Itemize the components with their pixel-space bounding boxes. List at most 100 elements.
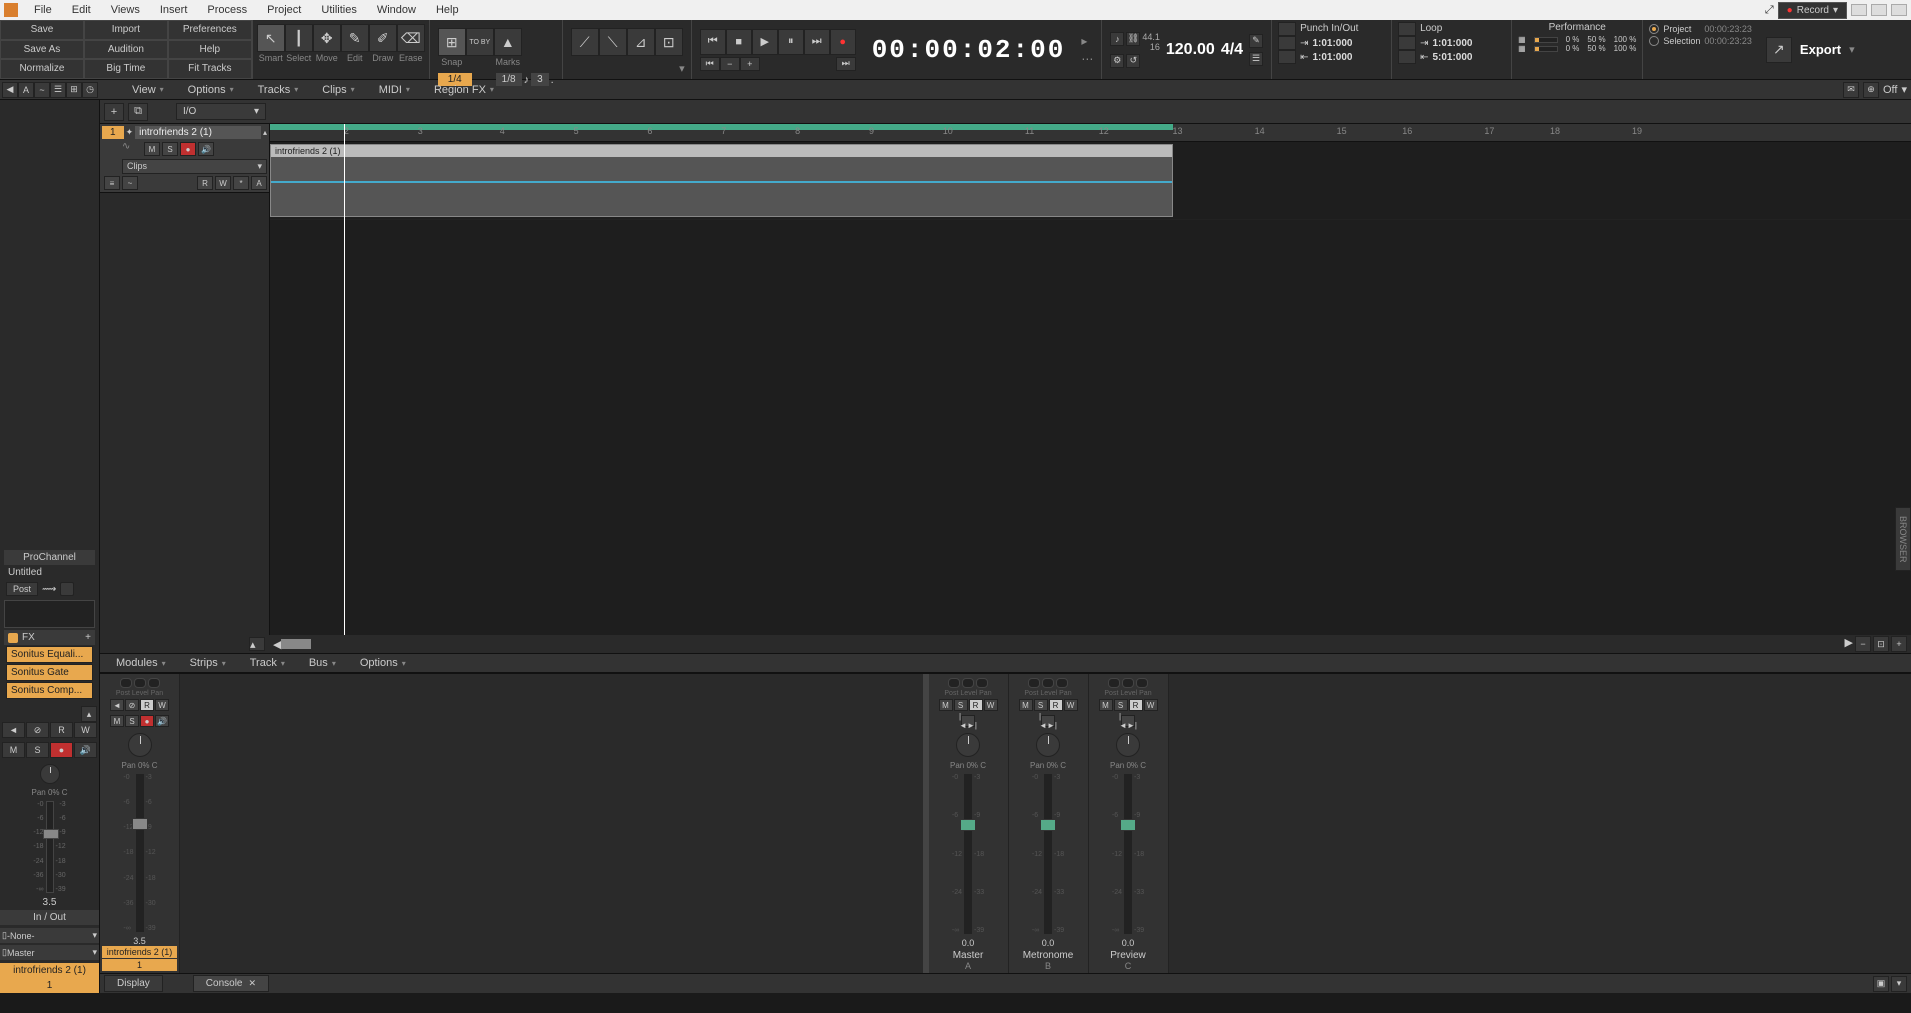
post-button[interactable]: Post: [6, 582, 38, 596]
track-number[interactable]: 1: [102, 126, 124, 139]
minimize-button[interactable]: [1851, 4, 1867, 16]
display-button[interactable]: Display: [104, 975, 163, 992]
ms-phase-icon[interactable]: ⊘: [125, 699, 139, 711]
routing-icon[interactable]: ⟿: [42, 584, 56, 595]
loop-out-time[interactable]: 5:01:000: [1432, 52, 1472, 63]
save-button[interactable]: Save: [0, 20, 84, 40]
track-lane-1[interactable]: introfriends 2 (1): [270, 142, 1911, 220]
ms-solo-button[interactable]: S: [125, 715, 139, 727]
pan-knob[interactable]: [40, 764, 60, 784]
tuner-icon[interactable]: ⛓: [1126, 32, 1140, 46]
io-select[interactable]: I/O▾: [176, 103, 266, 120]
tracks-menu[interactable]: Tracks: [246, 82, 311, 98]
track-menu[interactable]: Track: [238, 655, 297, 671]
loop-in-time[interactable]: 1:01:000: [1432, 38, 1472, 49]
ms-pan-knob[interactable]: [128, 733, 152, 757]
h-scroll-thumb[interactable]: [281, 639, 311, 649]
ts-icon-2[interactable]: ~: [122, 176, 138, 190]
tempo-display[interactable]: 120.00: [1166, 41, 1215, 59]
volume-fader[interactable]: [46, 801, 54, 893]
bus-pan-knob[interactable]: [1036, 733, 1060, 757]
reset-icon[interactable]: ↺: [1126, 54, 1140, 68]
menu-insert[interactable]: Insert: [150, 2, 198, 18]
timesig-display[interactable]: 4/4: [1221, 41, 1243, 59]
module-dot-2[interactable]: [134, 678, 146, 688]
sb-prev-icon[interactable]: ◀: [2, 82, 18, 98]
menu-window[interactable]: Window: [367, 2, 426, 18]
playhead[interactable]: [344, 124, 345, 635]
ms-mute-button[interactable]: M: [110, 715, 124, 727]
ms-track-num[interactable]: 1: [102, 959, 177, 971]
menu-help[interactable]: Help: [426, 2, 469, 18]
stop-button[interactable]: ■: [726, 29, 752, 55]
loop-mode-icon[interactable]: [1398, 22, 1416, 36]
punch-in-time[interactable]: 1:01:000: [1312, 38, 1352, 49]
inspector-track-num[interactable]: 1: [0, 978, 99, 993]
rewind-button[interactable]: ⏮: [700, 29, 726, 55]
record-button[interactable]: ●: [830, 29, 856, 55]
fx-add-icon[interactable]: +: [85, 632, 91, 643]
select-tool-icon[interactable]: ┃: [285, 24, 313, 52]
sb-clock-icon[interactable]: ◷: [82, 82, 98, 98]
ms-monitor-button[interactable]: 🔊: [155, 715, 169, 727]
insp-in-icon[interactable]: ◄: [2, 722, 25, 738]
menu-utilities[interactable]: Utilities: [311, 2, 366, 18]
marks-icon[interactable]: ▲: [494, 28, 522, 56]
bus-pan-knob[interactable]: [1116, 733, 1140, 757]
module-dot-1[interactable]: [120, 678, 132, 688]
ms-read-button[interactable]: R: [140, 699, 154, 711]
help-button[interactable]: Help: [168, 40, 252, 60]
ms-in-icon[interactable]: ◄: [110, 699, 124, 711]
menu-project[interactable]: Project: [257, 2, 311, 18]
clips-menu[interactable]: Clips: [310, 82, 366, 98]
audition-button[interactable]: Audition: [84, 40, 168, 60]
record-mode-dropdown[interactable]: ● Record ▾: [1778, 2, 1847, 19]
menu-views[interactable]: Views: [101, 2, 150, 18]
bus-mute-button[interactable]: M: [939, 699, 953, 711]
dock-icon-1[interactable]: ▣: [1873, 976, 1889, 992]
fx-item-eq[interactable]: Sonitus Equali...: [6, 646, 93, 663]
off-label[interactable]: Off: [1883, 84, 1897, 96]
move-tool-icon[interactable]: ✥: [313, 24, 341, 52]
loop-out-icon[interactable]: [1398, 50, 1416, 64]
sb-wave-icon[interactable]: ~: [34, 82, 50, 98]
collapse-tracks-icon[interactable]: ▴: [249, 637, 265, 651]
fx-item-comp[interactable]: Sonitus Comp...: [6, 682, 93, 699]
bus-menu[interactable]: Bus: [297, 655, 348, 671]
track-strip-1[interactable]: 1 ✦ introfriends 2 (1) ▴ ∿ M S ● 🔊 Clips…: [100, 124, 269, 193]
bus-name[interactable]: Master: [953, 950, 984, 961]
bus-fader[interactable]: [1124, 774, 1132, 934]
dropdown-arrow-icon[interactable]: ▾: [1901, 83, 1907, 96]
metronome-icon[interactable]: ♪: [1110, 32, 1124, 46]
toby-icon[interactable]: TO BY: [466, 28, 494, 56]
insp-phase-icon[interactable]: ⊘: [26, 722, 49, 738]
clip-area[interactable]: 2 3 4 5 6 7 8 9 10 11 12 13 14 15 16 17: [270, 124, 1911, 635]
punch-mode-icon[interactable]: [1278, 22, 1296, 36]
fx-power-icon[interactable]: [8, 633, 18, 643]
ms-write-button[interactable]: W: [155, 699, 169, 711]
tempo-list-icon[interactable]: ☰: [1249, 52, 1263, 66]
track-name-field[interactable]: introfriends 2 (1): [135, 126, 261, 139]
close-tab-icon[interactable]: ✕: [249, 978, 257, 989]
zoom-out-icon[interactable]: −: [1855, 636, 1871, 652]
bus-width-icon[interactable]: |◄►|: [961, 715, 975, 727]
marker-down-icon[interactable]: ⋯: [1081, 52, 1093, 66]
edit-filter-select[interactable]: Clips▾: [122, 159, 267, 174]
radio-selection[interactable]: [1649, 36, 1659, 46]
dropdown-arrow-icon[interactable]: ▾: [679, 62, 685, 75]
sb-list-icon[interactable]: ☰: [50, 82, 66, 98]
normalize-button[interactable]: Normalize: [0, 59, 84, 79]
expand-icon[interactable]: ⤢: [1765, 4, 1774, 17]
ts-icon-1[interactable]: ≡: [104, 176, 120, 190]
bus-fader[interactable]: [964, 774, 972, 934]
preferences-button[interactable]: Preferences: [168, 20, 252, 40]
bus-solo-button[interactable]: S: [954, 699, 968, 711]
zoom-fit-icon[interactable]: ⊡: [1873, 636, 1889, 652]
arm-button[interactable]: ●: [180, 142, 196, 156]
audio-clip[interactable]: introfriends 2 (1): [270, 144, 1173, 217]
bus-width-icon[interactable]: |◄►|: [1121, 715, 1135, 727]
maximize-button[interactable]: [1871, 4, 1887, 16]
edit-tool-icon[interactable]: ✎: [341, 24, 369, 52]
import-button[interactable]: Import: [84, 20, 168, 40]
close-button[interactable]: [1891, 4, 1907, 16]
